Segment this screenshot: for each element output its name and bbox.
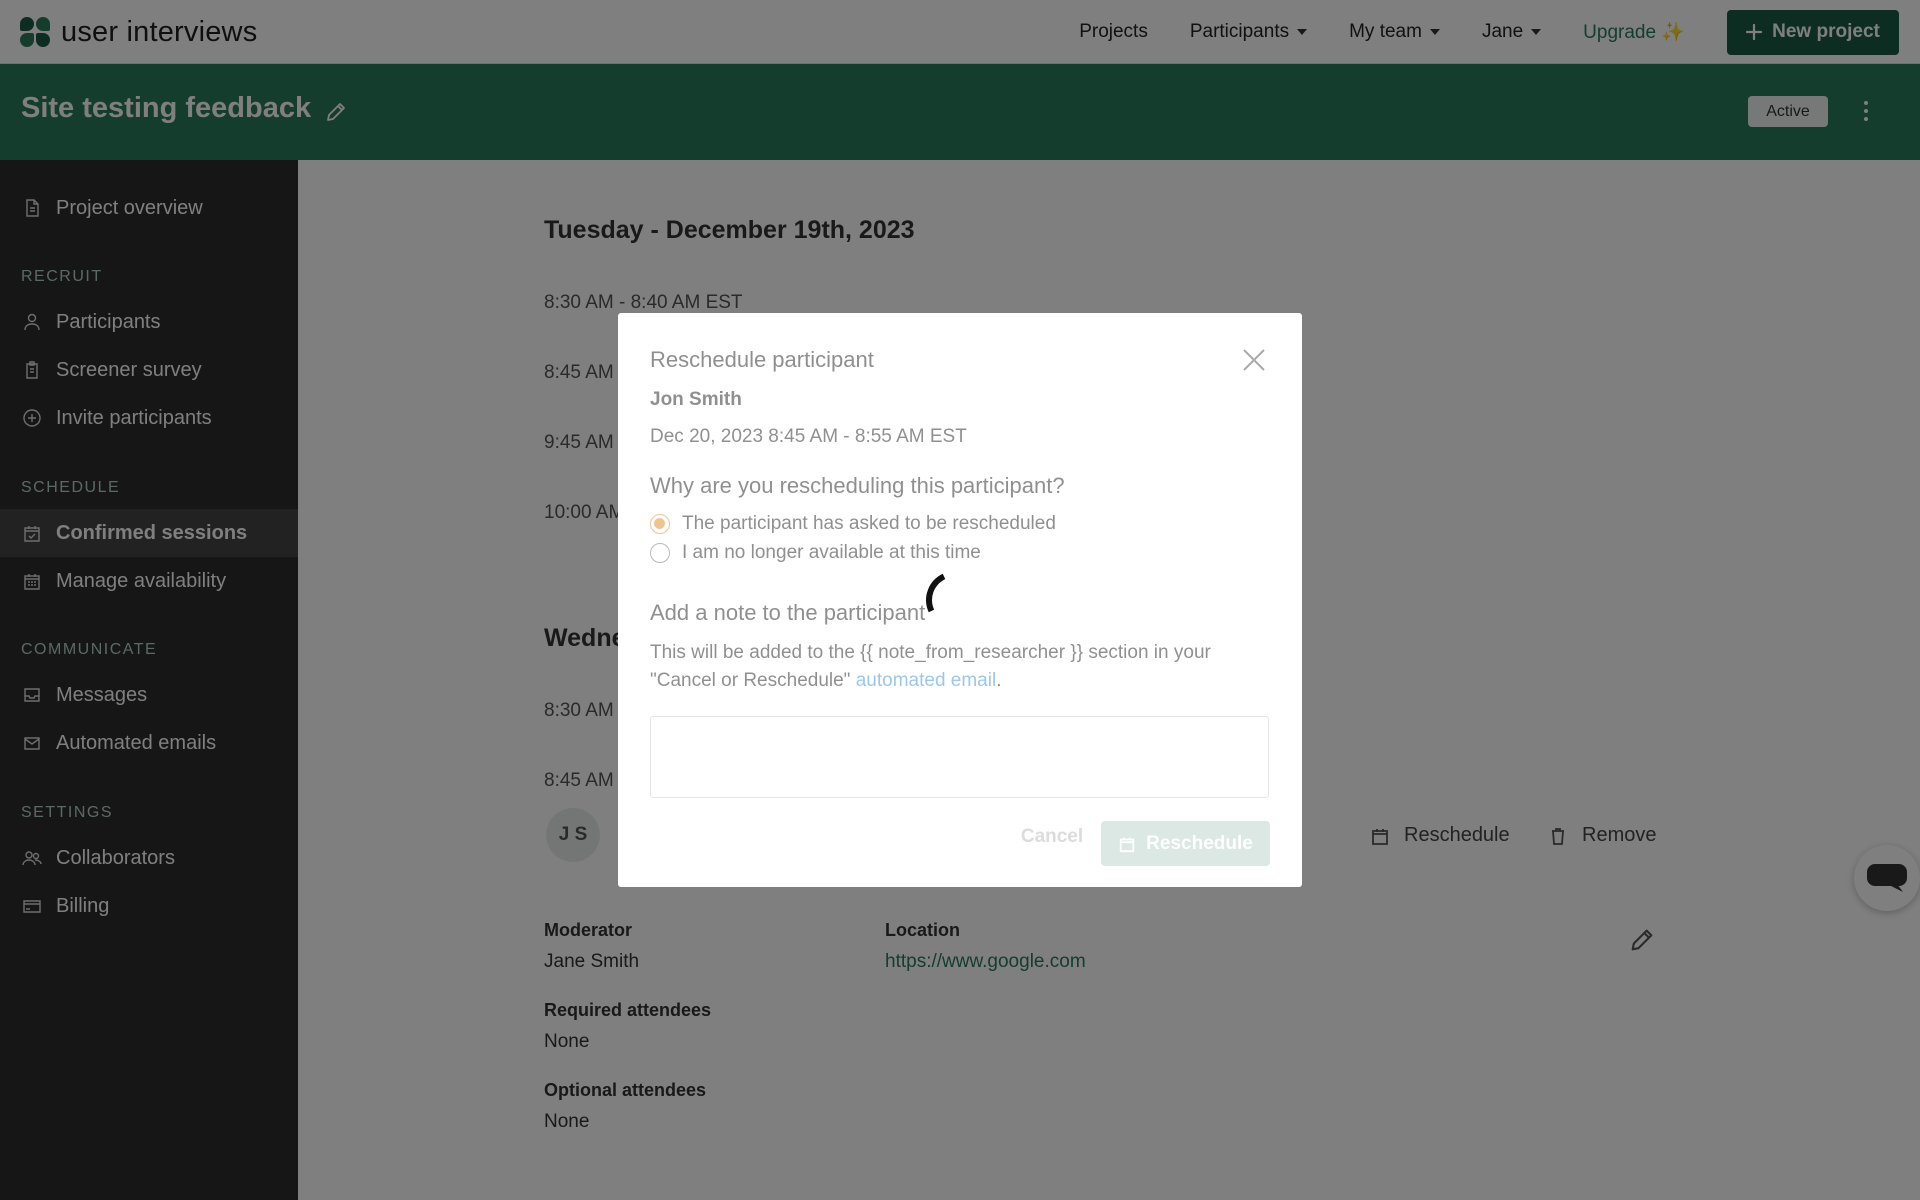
radio-button[interactable] xyxy=(650,543,670,563)
cancel-button[interactable]: Cancel xyxy=(1018,822,1086,852)
radio-button[interactable] xyxy=(650,514,670,534)
participant-name: Jon Smith xyxy=(650,389,742,410)
note-heading: Add a note to the participant xyxy=(650,600,926,625)
note-description-end: . xyxy=(996,670,1002,691)
radio-label: The participant has asked to be reschedu… xyxy=(682,513,1056,534)
calendar-icon xyxy=(1119,837,1135,852)
modal-title: Reschedule participant xyxy=(650,347,874,372)
radio-label: I am no longer available at this time xyxy=(682,542,981,563)
note-description: This will be added to the {{ note_from_r… xyxy=(650,639,1270,695)
reason-option-participant-asked[interactable]: The participant has asked to be reschedu… xyxy=(650,513,1056,535)
close-icon[interactable] xyxy=(1241,347,1267,373)
reschedule-button[interactable]: Reschedule xyxy=(1101,821,1270,866)
reason-option-not-available[interactable]: I am no longer available at this time xyxy=(650,542,981,564)
session-time: Dec 20, 2023 8:45 AM - 8:55 AM EST xyxy=(650,426,967,447)
reschedule-button-label: Reschedule xyxy=(1146,832,1253,854)
reason-question: Why are you rescheduling this participan… xyxy=(650,473,1065,498)
automated-email-link[interactable]: automated email xyxy=(856,670,996,691)
note-textarea[interactable] xyxy=(650,716,1269,798)
